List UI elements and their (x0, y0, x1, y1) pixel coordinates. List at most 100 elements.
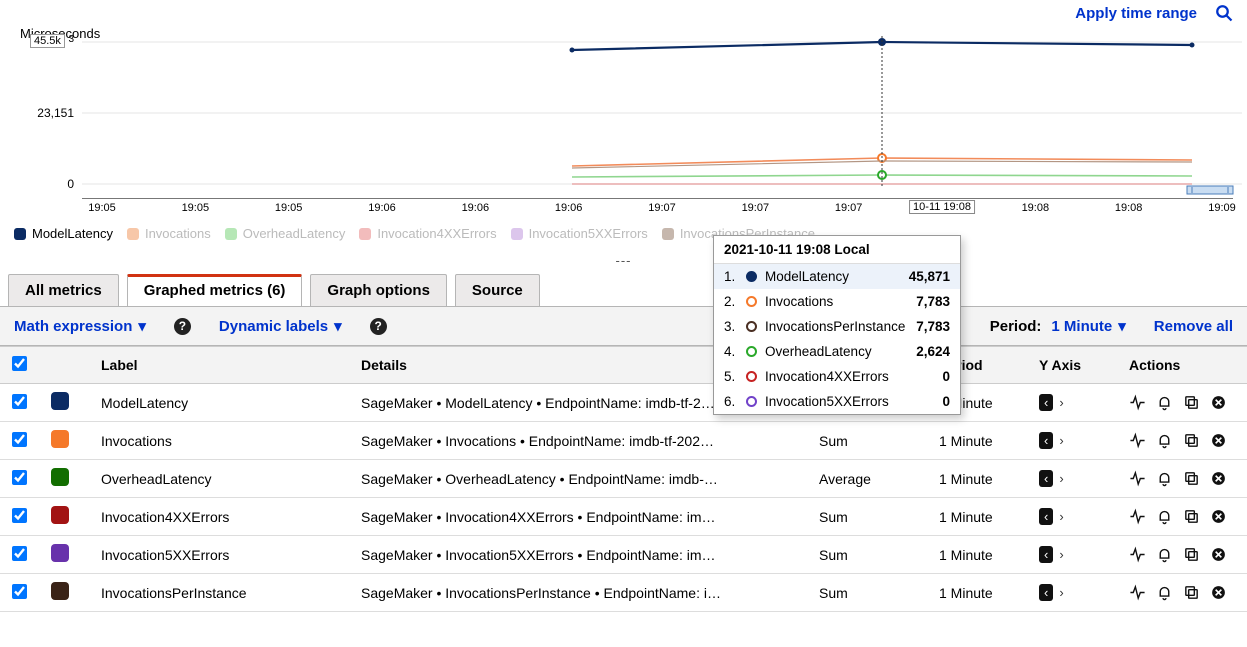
bell-icon[interactable] (1156, 508, 1173, 525)
metric-label: Invocation5XXErrors (89, 536, 349, 574)
copy-icon[interactable] (1183, 432, 1200, 449)
pulse-icon[interactable] (1129, 584, 1146, 601)
table-row: Invocation5XXErrorsSageMaker • Invocatio… (0, 536, 1247, 574)
metric-statistic[interactable]: Sum (807, 574, 927, 612)
metric-statistic[interactable]: Sum (807, 536, 927, 574)
metric-period[interactable]: 1 Minute (927, 460, 1027, 498)
tab-graph-options[interactable]: Graph options (310, 274, 447, 306)
tooltip-timestamp: 2021-10-11 19:08 Local (714, 236, 960, 264)
color-swatch[interactable] (51, 430, 69, 448)
legend-item[interactable]: ModelLatency (14, 226, 113, 241)
row-checkbox[interactable] (12, 546, 27, 561)
yaxis-left-button[interactable]: ‹ (1039, 470, 1053, 487)
select-all-checkbox[interactable] (12, 356, 27, 371)
yaxis-left-button[interactable]: ‹ (1039, 508, 1053, 525)
color-swatch[interactable] (51, 468, 69, 486)
yaxis-right-button[interactable]: › (1055, 509, 1063, 524)
metric-period[interactable]: 1 Minute (927, 536, 1027, 574)
zoom-icon[interactable] (1215, 4, 1233, 22)
legend-item[interactable]: Invocations (127, 226, 211, 241)
apply-time-range-link[interactable]: Apply time range (1075, 5, 1197, 22)
bell-icon[interactable] (1156, 394, 1173, 411)
bell-icon[interactable] (1156, 584, 1173, 601)
help-icon[interactable]: ? (370, 318, 387, 335)
math-expression-button[interactable]: Math expression ▾ (14, 317, 146, 335)
metric-statistic[interactable]: Average (807, 460, 927, 498)
row-checkbox[interactable] (12, 584, 27, 599)
copy-icon[interactable] (1183, 584, 1200, 601)
dynamic-labels-button[interactable]: Dynamic labels ▾ (219, 317, 342, 335)
color-swatch[interactable] (51, 582, 69, 600)
copy-icon[interactable] (1183, 394, 1200, 411)
y-hover-value-badge: 45.5k (30, 34, 65, 48)
yaxis-left-button[interactable]: ‹ (1039, 546, 1053, 563)
y-zero-tick: 0 (67, 177, 74, 191)
copy-icon[interactable] (1183, 546, 1200, 563)
color-swatch[interactable] (51, 506, 69, 524)
yaxis-right-button[interactable]: › (1055, 547, 1063, 562)
x-tick: 19:05 (275, 202, 303, 214)
legend-swatch (359, 228, 371, 240)
x-tick: 19:06 (462, 202, 490, 214)
metric-statistic[interactable]: Sum (807, 498, 927, 536)
x-tick: 19:07 (648, 202, 676, 214)
metric-label: Invocation4XXErrors (89, 498, 349, 536)
pulse-icon[interactable] (1129, 508, 1146, 525)
metric-label: OverheadLatency (89, 460, 349, 498)
tab-graphed-metrics[interactable]: Graphed metrics (6) (127, 274, 303, 306)
bell-icon[interactable] (1156, 546, 1173, 563)
remove-icon[interactable] (1210, 508, 1227, 525)
legend-item[interactable]: OverheadLatency (225, 226, 346, 241)
legend-item[interactable]: Invocation5XXErrors (511, 226, 648, 241)
help-icon[interactable]: ? (174, 318, 191, 335)
remove-icon[interactable] (1210, 432, 1227, 449)
tab-all-metrics[interactable]: All metrics (8, 274, 119, 306)
color-swatch[interactable] (51, 544, 69, 562)
pulse-icon[interactable] (1129, 394, 1146, 411)
remove-icon[interactable] (1210, 394, 1227, 411)
table-row: InvocationsPerInstanceSageMaker • Invoca… (0, 574, 1247, 612)
table-row: OverheadLatencySageMaker • OverheadLaten… (0, 460, 1247, 498)
remove-all-button[interactable]: Remove all (1154, 318, 1233, 335)
remove-icon[interactable] (1210, 546, 1227, 563)
col-label: Label (89, 347, 349, 384)
metric-statistic[interactable]: Sum (807, 422, 927, 460)
yaxis-left-button[interactable]: ‹ (1039, 584, 1053, 601)
remove-icon[interactable] (1210, 470, 1227, 487)
row-checkbox[interactable] (12, 470, 27, 485)
metric-period[interactable]: 1 Minute (927, 574, 1027, 612)
pulse-icon[interactable] (1129, 546, 1146, 563)
yaxis-right-button[interactable]: › (1055, 471, 1063, 486)
copy-icon[interactable] (1183, 470, 1200, 487)
yaxis-left-button[interactable]: ‹ (1039, 432, 1053, 449)
yaxis-left-button[interactable]: ‹ (1039, 394, 1053, 411)
yaxis-right-button[interactable]: › (1055, 585, 1063, 600)
bell-icon[interactable] (1156, 432, 1173, 449)
metric-details: SageMaker • OverheadLatency • EndpointNa… (349, 460, 807, 498)
period-dropdown[interactable]: 1 Minute ▾ (1051, 317, 1125, 335)
color-swatch[interactable] (51, 392, 69, 410)
pulse-icon[interactable] (1129, 470, 1146, 487)
remove-icon[interactable] (1210, 584, 1227, 601)
pulse-icon[interactable] (1129, 432, 1146, 449)
yaxis-right-button[interactable]: › (1055, 433, 1063, 448)
tab-source[interactable]: Source (455, 274, 540, 306)
yaxis-right-button[interactable]: › (1055, 395, 1063, 410)
table-row: ModelLatencySageMaker • ModelLatency • E… (0, 384, 1247, 422)
chevron-down-icon: ▾ (334, 317, 342, 335)
tabs: All metrics Graphed metrics (6) Graph op… (0, 274, 1247, 306)
metric-period[interactable]: 1 Minute (927, 498, 1027, 536)
bell-icon[interactable] (1156, 470, 1173, 487)
dynamic-labels-label: Dynamic labels (219, 318, 328, 335)
row-checkbox[interactable] (12, 508, 27, 523)
legend-swatch (511, 228, 523, 240)
metric-details: SageMaker • Invocations • EndpointName: … (349, 422, 807, 460)
row-checkbox[interactable] (12, 394, 27, 409)
legend-item[interactable]: Invocation4XXErrors (359, 226, 496, 241)
y-mid-tick: 23,151 (37, 106, 74, 120)
empty-legend-dashes: --- (0, 249, 1247, 274)
row-checkbox[interactable] (12, 432, 27, 447)
copy-icon[interactable] (1183, 508, 1200, 525)
chart-plot-area[interactable]: 3 45.5k 23,151 0 (82, 28, 1233, 198)
metric-period[interactable]: 1 Minute (927, 422, 1027, 460)
